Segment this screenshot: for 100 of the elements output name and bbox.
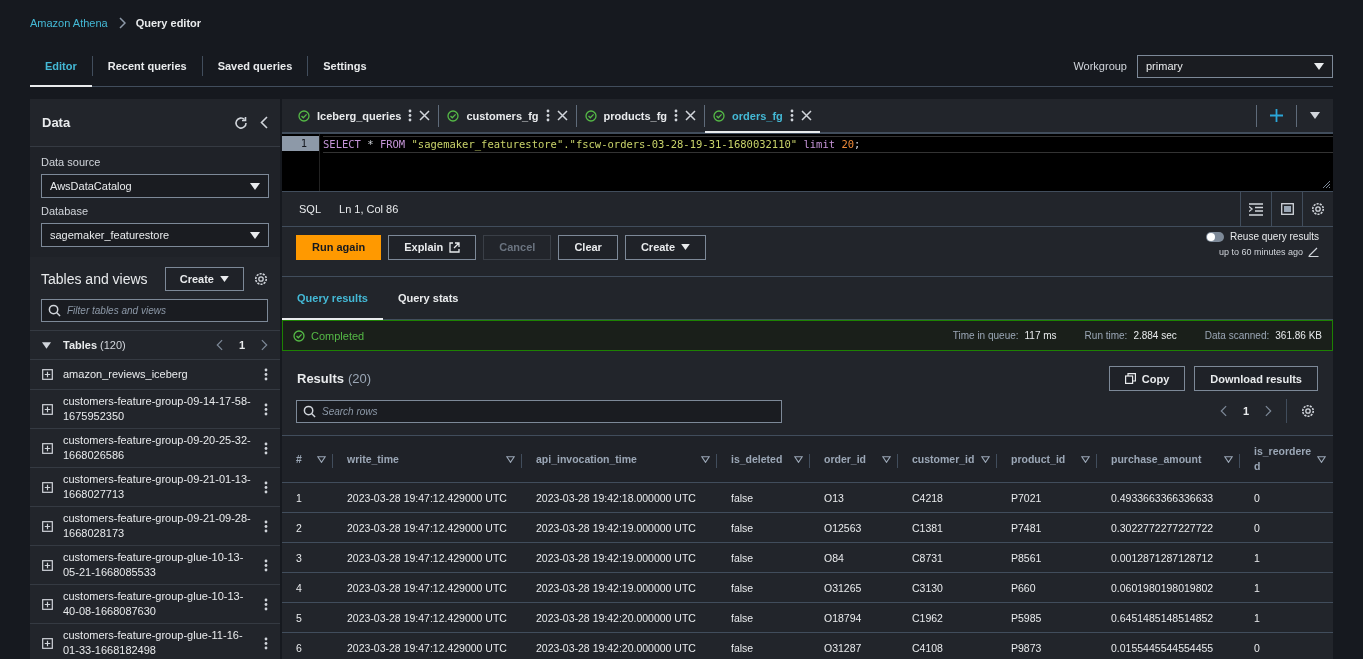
action-button[interactable]: Create (624, 234, 707, 260)
column-header[interactable]: api_invocation_time (536, 451, 696, 467)
filter-icon[interactable] (794, 455, 803, 463)
database-select[interactable]: sagemaker_featurestore (41, 223, 269, 247)
column-header[interactable]: write_time (347, 451, 501, 467)
table-name[interactable]: customers-feature-group-09-21-09-28-1668028173 (63, 511, 254, 541)
filter-icon[interactable] (317, 455, 326, 463)
chevron-left-icon[interactable] (215, 339, 223, 351)
data-source-select[interactable]: AwsDataCatalog (41, 174, 269, 198)
more-icon[interactable] (264, 597, 268, 611)
filter-icon[interactable] (1224, 455, 1233, 463)
page-number[interactable]: 1 (1242, 405, 1249, 417)
results-count: (20) (347, 371, 372, 386)
settings-icon[interactable] (254, 272, 268, 286)
toggle-switch[interactable] (1206, 231, 1225, 242)
expand-icon[interactable] (42, 341, 51, 349)
expand-plus-icon[interactable] (42, 481, 53, 493)
filter-icon[interactable] (981, 455, 990, 463)
sql-editor[interactable]: 1 SELECT * FROM "sagemaker_featurestore"."fscw-orders-03-28-19-31-1680032110" limit 20; (282, 134, 1333, 192)
expand-plus-icon[interactable] (42, 637, 53, 649)
table-name[interactable]: amazon_reviews_iceberg (63, 367, 254, 382)
column-header[interactable]: purchase_amount (1111, 451, 1219, 467)
table-cell: C4218 (912, 491, 943, 504)
group-count: (120) (100, 339, 126, 351)
filter-icon[interactable] (506, 455, 515, 463)
column-header[interactable]: customer_id (912, 451, 976, 467)
column-header[interactable]: is_reordered (1254, 444, 1312, 474)
table-name[interactable]: customers-feature-group-09-21-01-13-1668027713 (63, 472, 254, 502)
search-field[interactable]: Search rows (296, 399, 782, 423)
more-icon[interactable] (264, 558, 268, 572)
more-icon[interactable] (408, 109, 413, 122)
close-icon[interactable] (419, 110, 431, 121)
filter-field[interactable]: Filter tables and views (41, 299, 268, 322)
more-icon[interactable] (264, 519, 268, 533)
more-icon[interactable] (264, 636, 268, 650)
more-icon[interactable] (674, 109, 679, 122)
table-name[interactable]: customers-feature-group-glue-10-13-40-08-1668087630 (63, 589, 254, 619)
tab[interactable]: Settings (308, 46, 382, 87)
settings-icon[interactable] (1301, 404, 1315, 418)
action-button[interactable]: Run again (296, 234, 382, 260)
result-tab[interactable]: Query stats (382, 277, 474, 320)
chevron-left-icon[interactable] (1219, 405, 1227, 417)
more-icon[interactable] (264, 480, 268, 494)
chevron-right-icon[interactable] (1265, 405, 1272, 417)
more-icon[interactable] (264, 402, 268, 416)
caret-down-icon[interactable] (1310, 112, 1320, 119)
expand-plus-icon[interactable] (42, 369, 53, 380)
column-header[interactable]: order_id (824, 451, 877, 467)
add-tab-icon[interactable] (1270, 109, 1283, 122)
page-number[interactable]: 1 (238, 339, 245, 351)
resize-grip-icon[interactable] (1322, 180, 1330, 188)
expand-plus-icon[interactable] (42, 442, 53, 454)
table-name[interactable]: customers-feature-group-09-20-25-32-1668026586 (63, 433, 254, 463)
panel-icon[interactable] (1280, 203, 1294, 215)
column-header[interactable]: # (296, 451, 312, 467)
more-icon[interactable] (264, 368, 268, 381)
settings-icon[interactable] (1311, 202, 1325, 216)
expand-plus-icon[interactable] (42, 520, 53, 532)
column-header[interactable]: product_id (1011, 451, 1076, 467)
collapse-icon[interactable] (260, 116, 268, 129)
workgroup-select[interactable]: primary (1137, 54, 1333, 78)
table-name[interactable]: customers-feature-group-09-14-17-58-1675952350 (63, 394, 254, 424)
table-name[interactable]: customers-feature-group-glue-11-16-01-33-1668182498 (63, 628, 254, 658)
create-button[interactable]: Create (164, 267, 244, 291)
caret-down-icon (250, 182, 260, 190)
close-icon[interactable] (685, 110, 697, 121)
filter-icon[interactable] (1081, 455, 1090, 463)
filter-icon[interactable] (701, 455, 710, 463)
chevron-right-icon[interactable] (261, 339, 268, 351)
table-cell: P9873 (1011, 641, 1042, 654)
expand-plus-icon[interactable] (42, 598, 53, 610)
expand-plus-icon[interactable] (42, 559, 53, 571)
action-button[interactable]: Clear (558, 234, 618, 260)
more-icon[interactable] (545, 109, 550, 122)
query-tab[interactable]: customers_fg (439, 100, 576, 133)
tab[interactable]: Recent queries (92, 46, 202, 87)
action-button[interactable]: Explain (388, 234, 477, 260)
query-tab[interactable]: products_fg (576, 100, 705, 133)
results-button[interactable]: Download results (1194, 366, 1318, 391)
expand-plus-icon[interactable] (42, 403, 53, 415)
results-button[interactable]: Copy (1108, 366, 1186, 391)
close-icon[interactable] (800, 110, 812, 121)
query-tab[interactable]: Iceberg_queries (290, 100, 439, 133)
format-icon[interactable] (1249, 202, 1263, 216)
pencil-icon[interactable] (1308, 246, 1319, 257)
more-icon[interactable] (789, 109, 794, 122)
filter-icon[interactable] (882, 455, 891, 463)
table-name[interactable]: customers-feature-group-glue-10-13-05-21-1668085533 (63, 550, 254, 580)
close-icon[interactable] (556, 110, 568, 121)
more-icon[interactable] (264, 441, 268, 455)
sql-code-line: SELECT * FROM "sagemaker_featurestore"."fscw-orders-03-28-19-31-1680032110" limit 20; (323, 136, 1333, 153)
table-cell: 0 (1254, 641, 1260, 654)
column-header[interactable]: is_deleted (731, 451, 789, 467)
tab[interactable]: Saved queries (202, 46, 308, 87)
table-cell: 4 (296, 581, 302, 594)
table-cell: false (731, 491, 754, 504)
refresh-icon[interactable] (234, 115, 248, 130)
workgroup-label: Workgroup (1073, 60, 1127, 72)
filter-icon[interactable] (1317, 455, 1326, 463)
breadcrumb-link[interactable]: Amazon Athena (30, 17, 108, 29)
